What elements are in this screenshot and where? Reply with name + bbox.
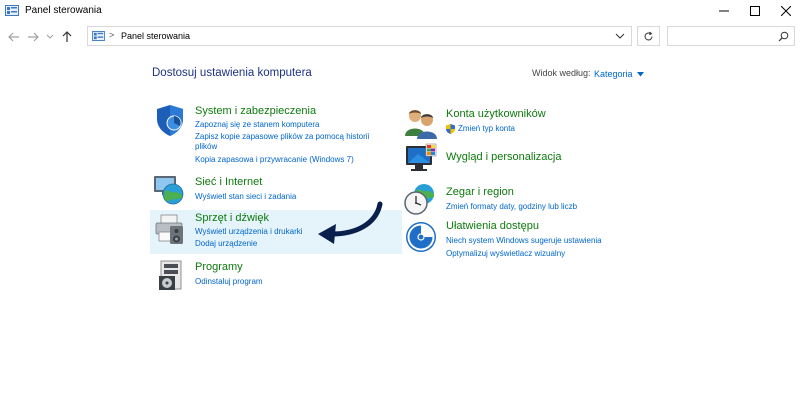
category-link[interactable]: Zmień formaty daty, godziny lub liczb — [446, 202, 577, 211]
page-title: Dostosuj ustawienia komputera — [152, 67, 312, 79]
address-bar[interactable]: > Panel sterowania — [87, 26, 632, 46]
category-link[interactable]: Kopia zapasowa i przywracanie (Windows 7… — [195, 155, 354, 164]
up-button[interactable] — [59, 28, 75, 46]
uac-shield-icon — [446, 124, 455, 134]
category-title[interactable]: Sieć i Internet — [195, 176, 262, 188]
close-icon — [781, 6, 791, 16]
control-panel-icon — [5, 5, 19, 16]
category-title[interactable]: Wygląd i personalizacja — [446, 151, 561, 163]
search-icon[interactable] — [778, 31, 789, 42]
clock-globe-icon[interactable] — [404, 182, 438, 216]
search-box[interactable] — [667, 26, 795, 46]
printer-speaker-icon[interactable] — [153, 212, 187, 246]
category-title[interactable]: System i zabezpieczenia — [195, 105, 316, 117]
category-link[interactable]: Niech system Windows sugeruje ustawienia — [446, 236, 602, 245]
category-link[interactable]: Optymalizuj wyświetlacz wizualny — [446, 249, 565, 258]
back-button[interactable] — [6, 28, 22, 46]
title-bar: Panel sterowania — [0, 0, 800, 24]
view-by-dropdown[interactable]: Kategoria — [590, 67, 648, 81]
chevron-down-icon — [46, 34, 54, 39]
arrow-right-icon — [28, 32, 39, 42]
category-link[interactable]: plików — [195, 142, 217, 151]
minimize-icon — [719, 10, 729, 12]
search-input[interactable] — [668, 27, 780, 45]
category-title[interactable]: Zegar i region — [446, 186, 514, 198]
category-link[interactable]: Zmień typ konta — [458, 124, 515, 133]
close-button[interactable] — [768, 0, 800, 22]
category-link[interactable]: Dodaj urządzenie — [195, 239, 257, 248]
view-by-label: Widok według: — [532, 68, 591, 78]
arrow-up-icon — [62, 31, 72, 42]
category-link[interactable]: Odinstaluj program — [195, 277, 263, 286]
category-title[interactable]: Programy — [195, 261, 243, 273]
shield-icon[interactable] — [153, 103, 187, 137]
programs-icon[interactable] — [155, 258, 189, 292]
category-link[interactable]: Zapisz kopie zapasowe plików za pomocą h… — [195, 132, 369, 141]
category-title[interactable]: Konta użytkowników — [446, 108, 546, 120]
category-link[interactable]: Wyświetl stan sieci i zadania — [195, 192, 296, 201]
refresh-icon — [644, 31, 653, 40]
view-by-value: Kategoria — [594, 69, 633, 79]
forward-button[interactable] — [25, 28, 41, 46]
category-title[interactable]: Sprzęt i dźwięk — [195, 212, 269, 224]
users-icon[interactable] — [404, 106, 438, 140]
caret-down-icon — [636, 71, 644, 76]
breadcrumb-item[interactable]: Panel sterowania — [121, 31, 190, 41]
category-link[interactable]: Zapoznaj się ze stanem komputera — [195, 120, 320, 129]
network-globe-icon[interactable] — [151, 172, 185, 206]
accessibility-icon[interactable] — [404, 220, 438, 254]
control-panel-icon — [92, 31, 105, 41]
window-title: Panel sterowania — [25, 5, 102, 16]
annotation-arrow-icon — [318, 201, 383, 244]
monitor-palette-icon[interactable] — [404, 142, 438, 176]
maximize-icon — [750, 6, 760, 16]
breadcrumb-separator: > — [109, 30, 115, 40]
category-link[interactable]: Wyświetl urządzenia i drukarki — [195, 227, 303, 236]
refresh-button[interactable] — [637, 26, 660, 46]
category-title[interactable]: Ułatwienia dostępu — [446, 220, 539, 232]
arrow-left-icon — [8, 32, 19, 42]
recent-locations-button[interactable] — [42, 28, 58, 46]
chevron-down-icon[interactable] — [615, 32, 625, 40]
